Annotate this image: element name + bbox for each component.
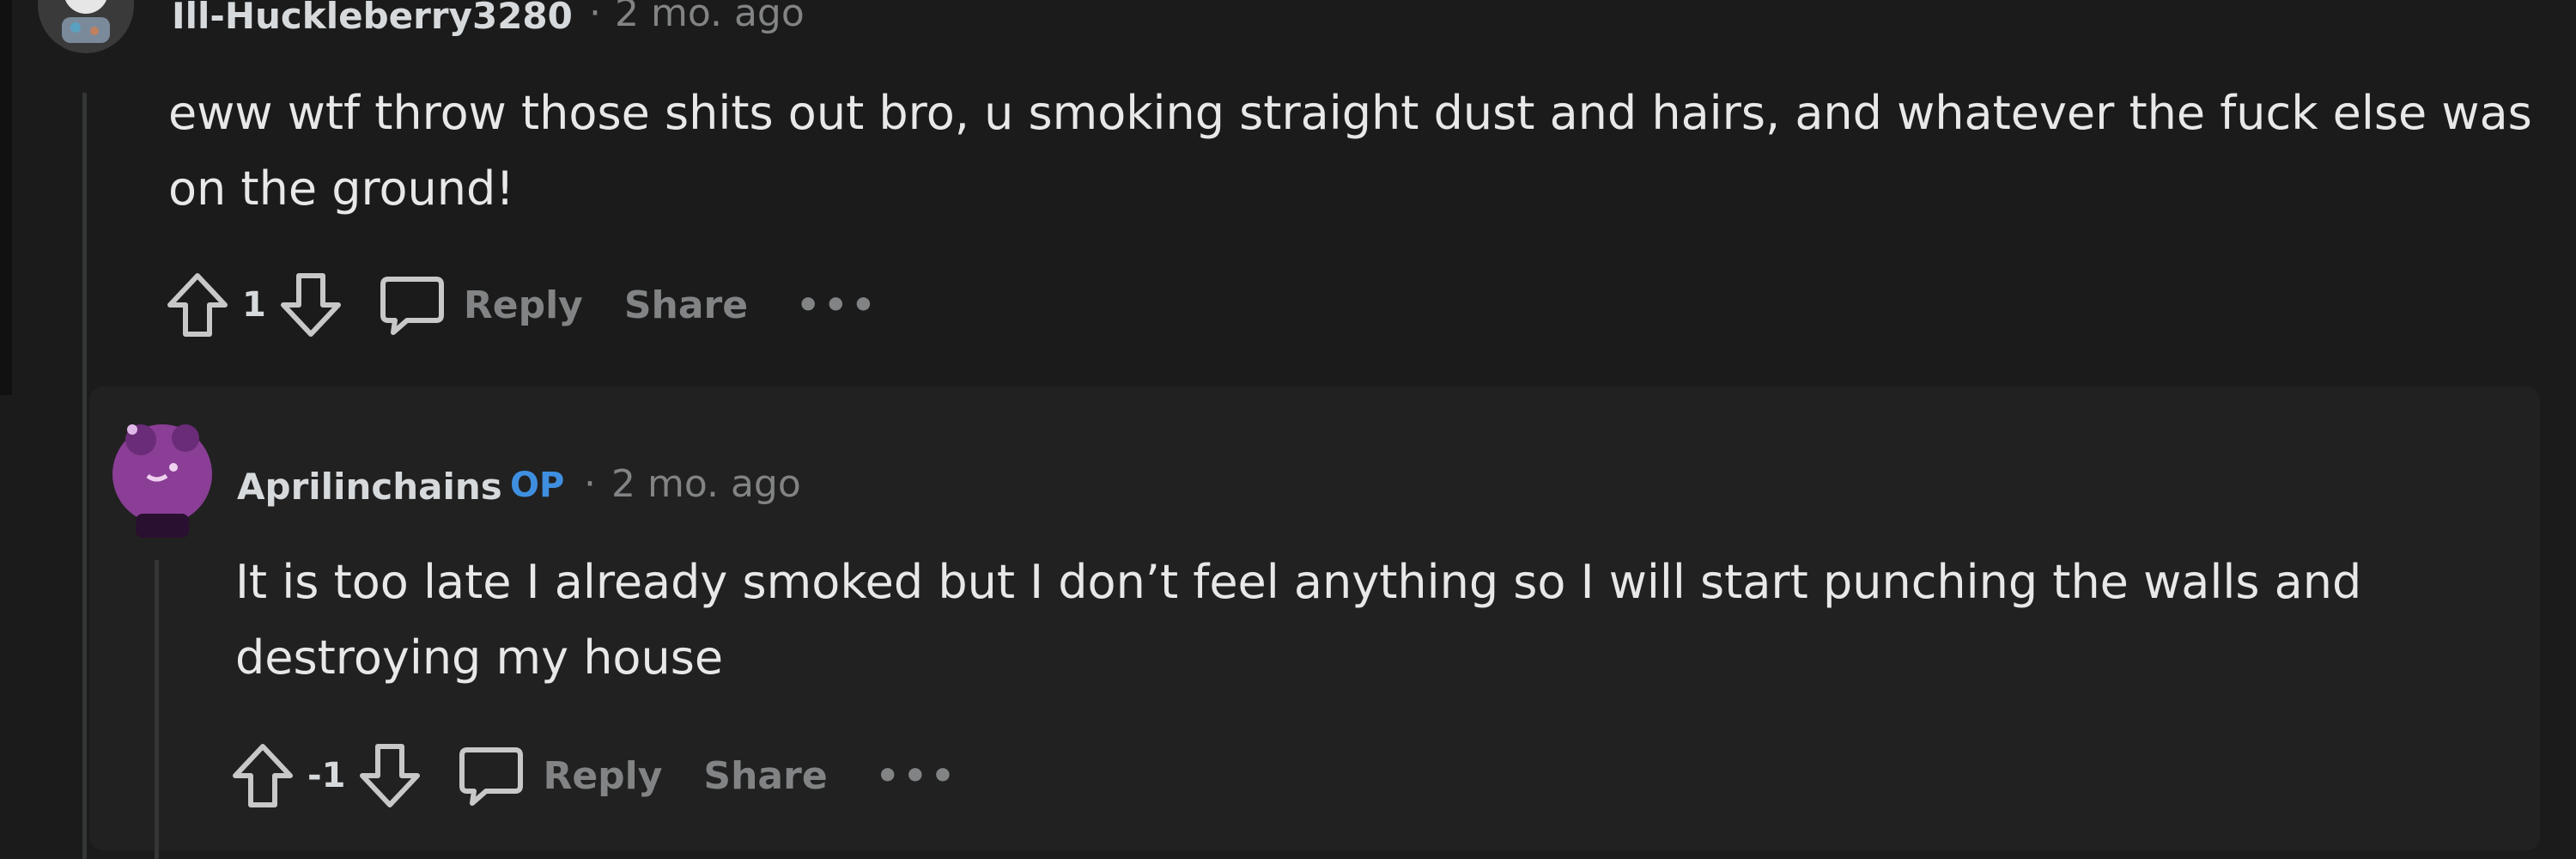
more-options-button[interactable]: •••	[876, 754, 958, 798]
share-button[interactable]: Share	[624, 283, 748, 327]
reply-button[interactable]: Reply	[464, 283, 583, 327]
reply-thread-line[interactable]	[155, 560, 159, 859]
reply-username[interactable]: Aprilinchains	[237, 466, 502, 508]
comment-thread: Ill-Huckleberry3280 · 2 mo. ago eww wtf …	[0, 0, 2576, 859]
page-edge	[0, 0, 12, 395]
comment-username[interactable]: Ill-Huckleberry3280	[172, 0, 573, 37]
avatar-image-icon	[38, 0, 134, 53]
comment-actions: 1 Reply Share •••	[165, 266, 878, 344]
upvote-icon[interactable]	[165, 271, 230, 339]
vote-count: 1	[242, 285, 266, 325]
share-button[interactable]: Share	[703, 754, 827, 798]
reply-separator: ·	[584, 462, 596, 506]
downvote-icon[interactable]	[357, 741, 422, 810]
comment-bubble-icon[interactable]	[457, 741, 526, 810]
downvote-icon[interactable]	[278, 271, 343, 339]
comment-bubble-icon[interactable]	[378, 271, 447, 339]
reply-timestamp[interactable]: 2 mo. ago	[611, 462, 801, 506]
reply-body: It is too late I already smoked but I do…	[235, 555, 2362, 685]
more-options-button[interactable]: •••	[796, 283, 878, 327]
thread-line[interactable]	[82, 93, 87, 859]
comment-body: eww wtf throw those shits out bro, u smo…	[168, 86, 2532, 216]
op-badge: OP	[510, 466, 565, 505]
reply-actions: -1 Reply Share •••	[230, 737, 958, 814]
vote-count: -1	[307, 756, 346, 795]
avatar[interactable]	[38, 0, 134, 53]
reply-button[interactable]: Reply	[543, 754, 662, 798]
reply-avatar[interactable]	[106, 404, 218, 541]
comment-separator: ·	[589, 0, 601, 35]
comment-timestamp[interactable]: 2 mo. ago	[615, 0, 805, 35]
upvote-icon[interactable]	[230, 741, 295, 810]
snoo-avatar-icon	[112, 424, 212, 538]
